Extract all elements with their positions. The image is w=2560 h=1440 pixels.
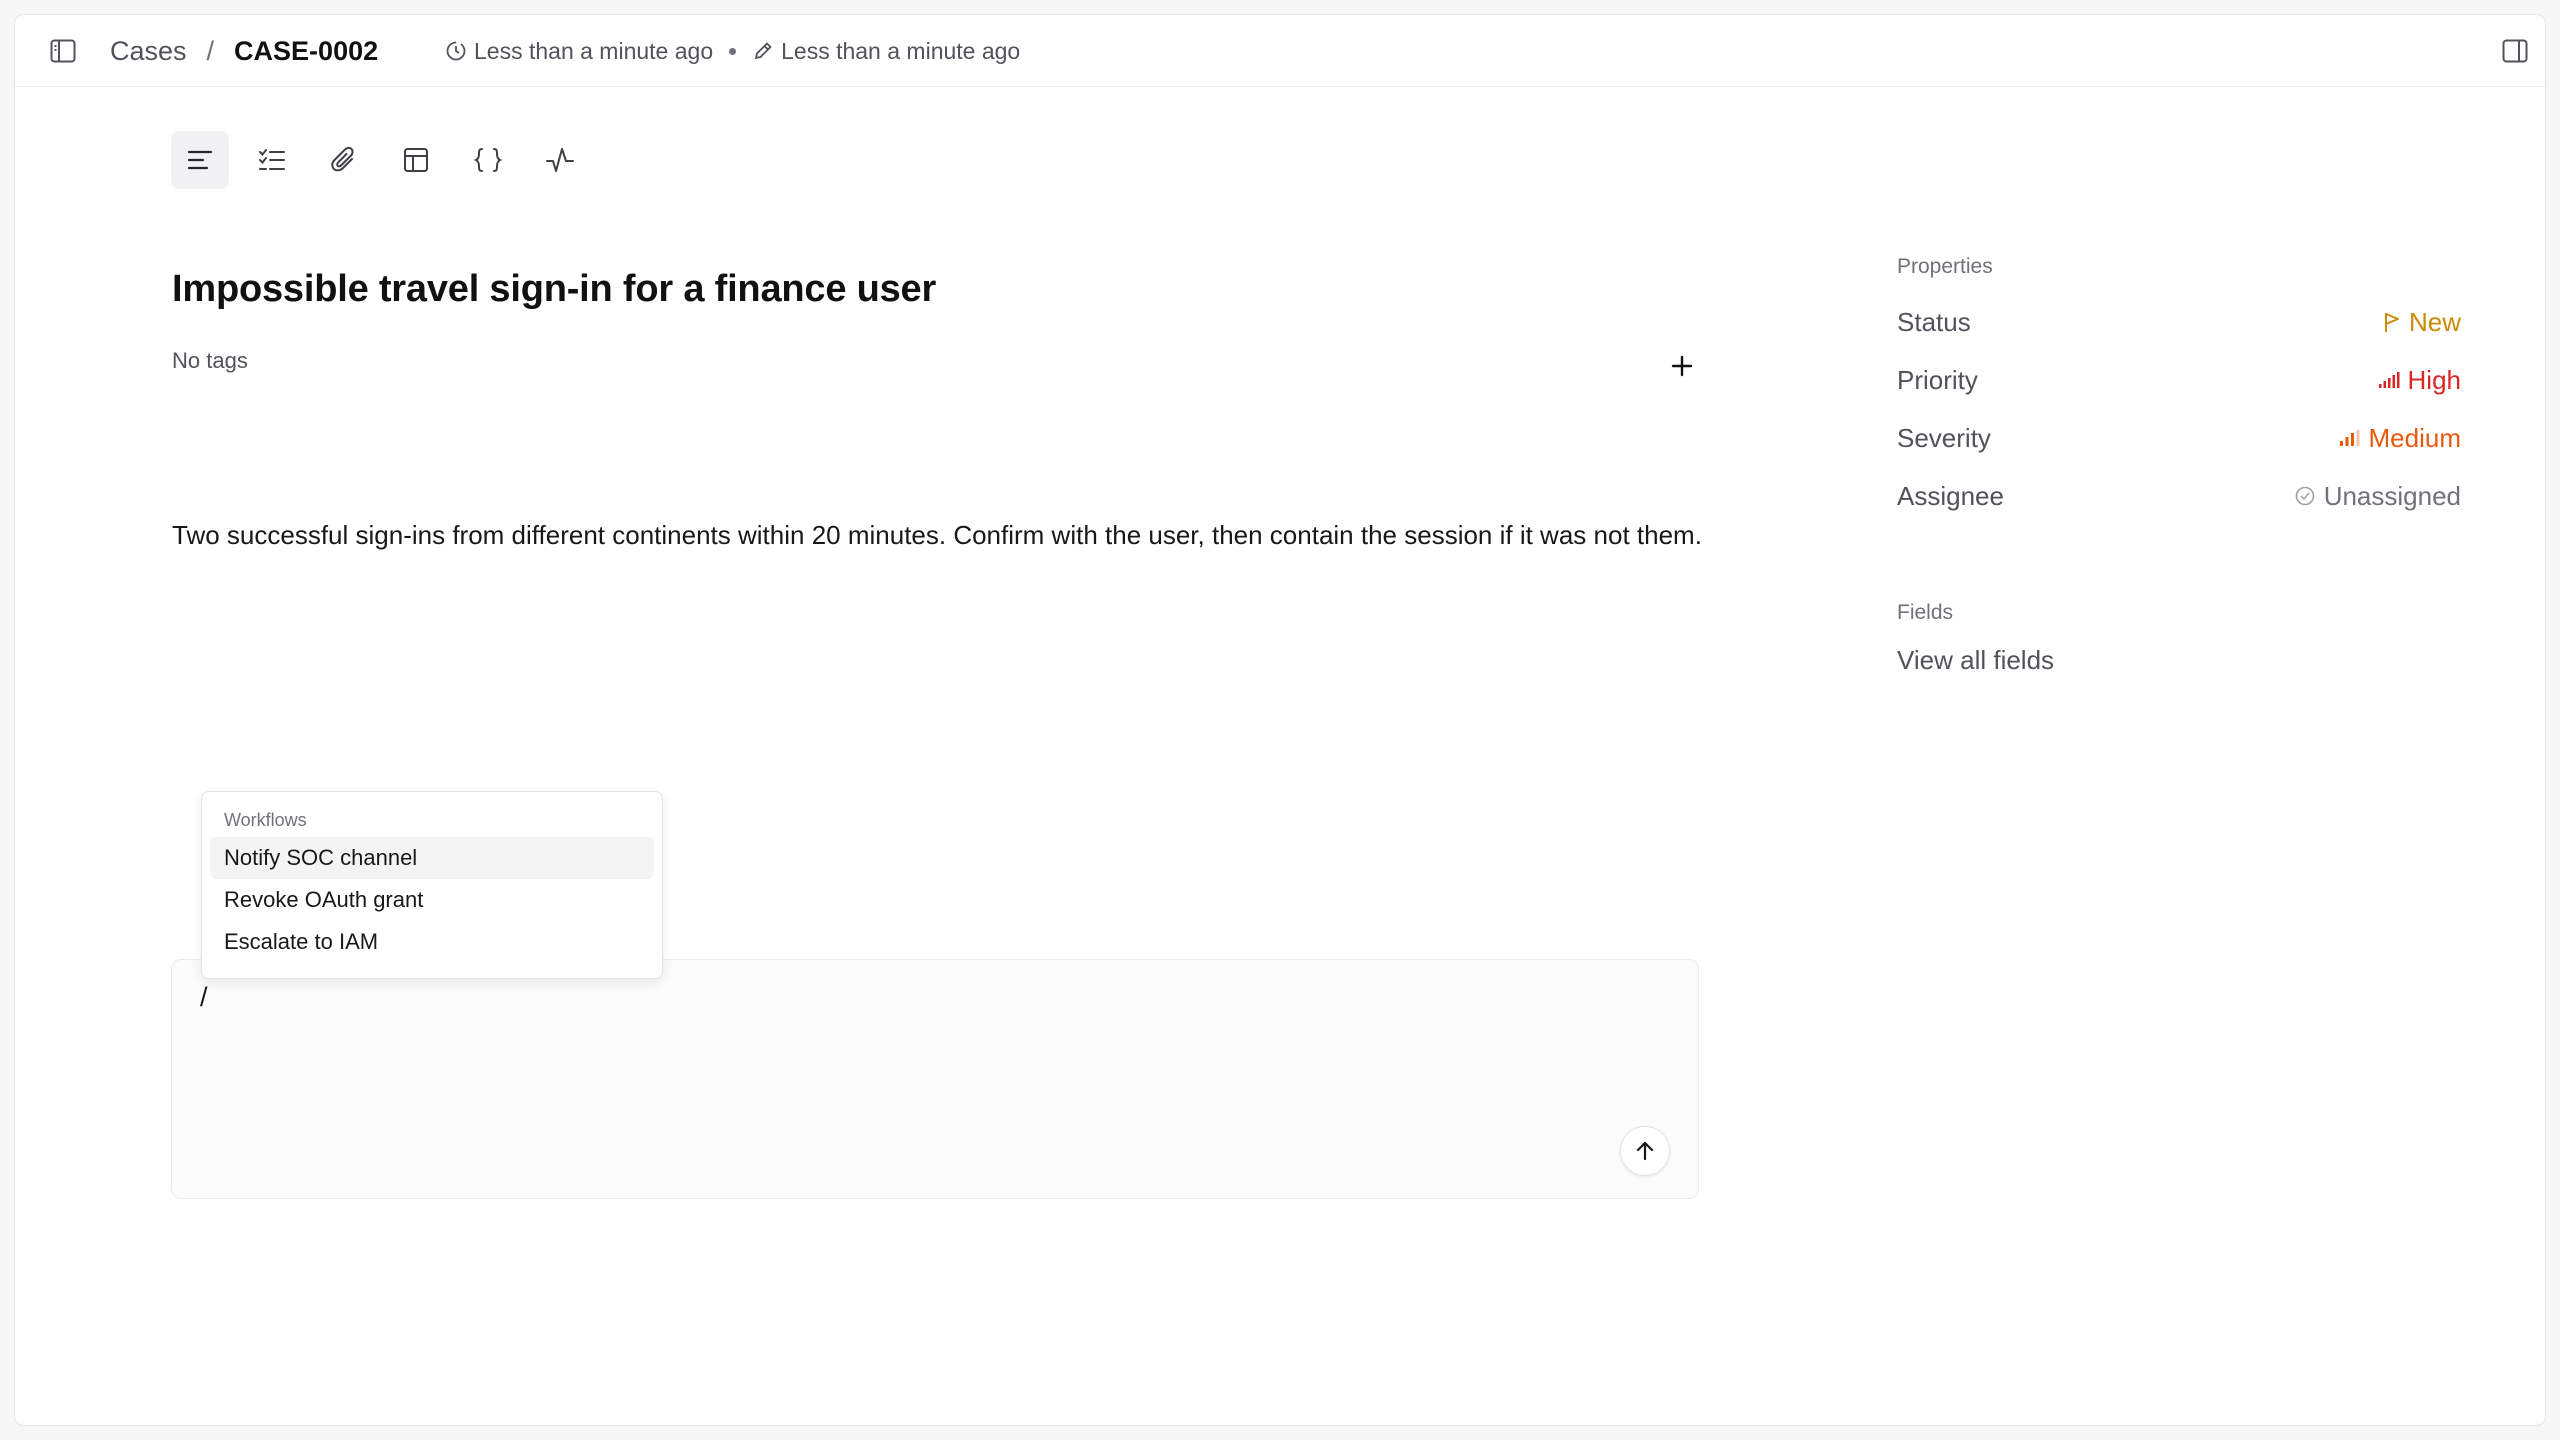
- sidebar-toggle-icon[interactable]: [47, 35, 79, 67]
- priority-label: Priority: [1897, 364, 1978, 395]
- add-tag-button[interactable]: [1665, 349, 1699, 383]
- menu-item-escalate-iam[interactable]: Escalate to IAM: [210, 921, 654, 963]
- priority-select[interactable]: High: [2378, 365, 2461, 396]
- created-timestamp: Less than a minute ago: [445, 38, 713, 65]
- properties-panel: Properties Status New Priority High Seve…: [1897, 255, 2461, 676]
- status-select[interactable]: New: [2383, 307, 2461, 338]
- app-window: Cases / CASE-0002 Less than a minute ago…: [14, 14, 2546, 1426]
- attachment-icon[interactable]: [315, 131, 373, 189]
- created-text: Less than a minute ago: [474, 37, 714, 64]
- comment-input[interactable]: /: [200, 982, 208, 1013]
- assignee-value: Unassigned: [2323, 480, 2461, 511]
- breadcrumb: Cases / CASE-0002: [110, 15, 378, 87]
- severity-label: Severity: [1897, 422, 1991, 453]
- checklist-icon[interactable]: [243, 131, 301, 189]
- menu-section-header: Workflows: [224, 810, 307, 830]
- tags-empty-label: No tags: [172, 348, 248, 373]
- updated-text: Less than a minute ago: [781, 37, 1021, 64]
- pencil-icon: [754, 42, 772, 60]
- breadcrumb-cases-link[interactable]: Cases: [110, 36, 187, 67]
- send-comment-button[interactable]: [1620, 1126, 1670, 1176]
- assignee-label: Assignee: [1897, 480, 2004, 511]
- comment-composer[interactable]: /: [171, 959, 1699, 1199]
- right-panel-toggle-icon[interactable]: [2499, 35, 2531, 67]
- case-description[interactable]: Two successful sign-ins from different c…: [172, 515, 1712, 555]
- case-timestamps: Less than a minute ago Less than a minut…: [445, 15, 1020, 87]
- unassigned-circle-icon: [2295, 486, 2314, 506]
- updated-timestamp: Less than a minute ago: [752, 38, 1020, 65]
- arrow-up-icon: [1636, 1141, 1654, 1161]
- properties-label: Properties: [1897, 255, 1993, 278]
- case-view-toolbar: [171, 131, 589, 189]
- severity-row: Severity Medium: [1897, 409, 2461, 467]
- plus-icon: [1671, 355, 1693, 377]
- severity-select[interactable]: Medium: [2339, 423, 2461, 454]
- fields-label: Fields: [1897, 601, 1954, 624]
- severity-value: Medium: [2368, 422, 2461, 453]
- priority-value: High: [2407, 364, 2461, 395]
- braces-icon[interactable]: [459, 131, 517, 189]
- signal-bars-icon: [2378, 372, 2400, 388]
- flag-icon: [2384, 313, 2399, 332]
- breadcrumb-current-case: CASE-0002: [234, 35, 379, 66]
- assignee-select[interactable]: Unassigned: [2294, 481, 2461, 512]
- meta-separator-dot: [729, 47, 737, 55]
- view-all-fields-link[interactable]: View all fields: [1897, 645, 2461, 676]
- summary-icon[interactable]: [171, 131, 229, 189]
- breadcrumb-separator: /: [206, 35, 215, 66]
- case-title[interactable]: Impossible travel sign-in for a finance …: [172, 268, 936, 311]
- menu-item-revoke-oauth[interactable]: Revoke OAuth grant: [210, 879, 654, 921]
- status-value: New: [2408, 306, 2461, 337]
- activity-icon[interactable]: [531, 131, 589, 189]
- signal-bars-icon: [2339, 430, 2360, 446]
- workflow-command-menu: Workflows Notify SOC channel Revoke OAut…: [201, 791, 663, 979]
- assignee-row: Assignee Unassigned: [1897, 467, 2461, 525]
- clock-icon: [446, 41, 466, 61]
- menu-item-notify-soc[interactable]: Notify SOC channel: [210, 837, 654, 879]
- status-row: Status New: [1897, 293, 2461, 351]
- priority-row: Priority High: [1897, 351, 2461, 409]
- top-bar: Cases / CASE-0002 Less than a minute ago…: [15, 15, 2545, 87]
- status-label: Status: [1897, 306, 1971, 337]
- table-icon[interactable]: [387, 131, 445, 189]
